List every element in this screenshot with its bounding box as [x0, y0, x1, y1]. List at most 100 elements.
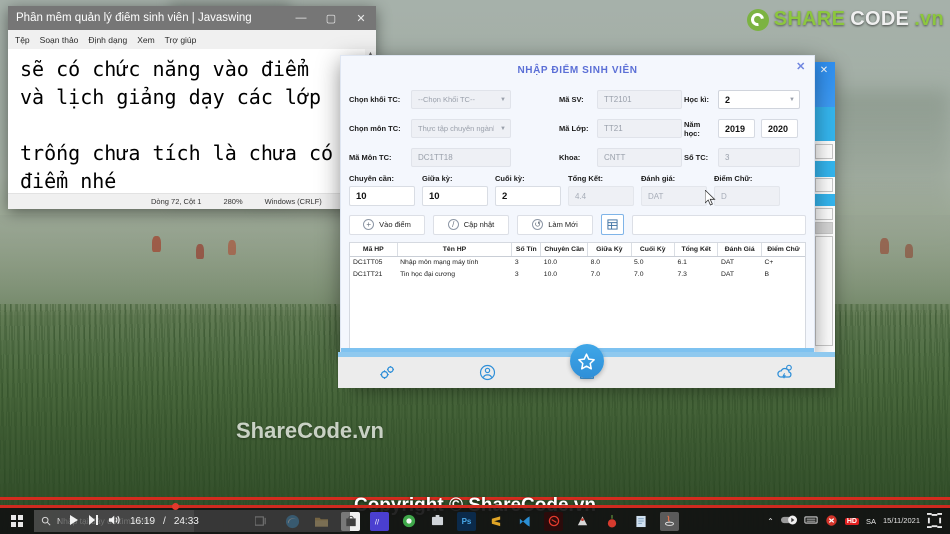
wallpaper-person-2 [196, 244, 204, 259]
show-desktop-icon[interactable] [927, 512, 942, 530]
notepad-icon[interactable] [631, 512, 650, 531]
cap-nhat-button[interactable]: / Cập nhật [433, 214, 509, 235]
tray-expand-icon[interactable]: ⌃ [767, 517, 774, 526]
grade-cuoi-ky: Cuối kỳ: 2 [495, 174, 561, 206]
input-nam-hoc-from[interactable]: 2019 [718, 119, 755, 138]
col-chuyen-can[interactable]: Chuyên Cần [540, 243, 589, 257]
background-combo-1[interactable] [815, 144, 833, 159]
volume-icon[interactable] [108, 514, 122, 529]
col-ten-hp[interactable]: Tên HP [397, 243, 513, 257]
col-tong-ket[interactable]: Tổng Kết [674, 243, 719, 257]
input-ma-mon-tc[interactable]: DC1TT18 [411, 148, 511, 167]
tray-media-icon[interactable] [780, 514, 797, 528]
grade-diem-chu-label: Điểm Chữ: [714, 174, 753, 183]
search-input[interactable] [632, 214, 806, 235]
video-progress-bar[interactable] [0, 503, 950, 510]
grade-cuoi-ky-value: 2 [502, 190, 508, 202]
notepad-menubar[interactable]: Tệp Soạn thảo Định dạng Xem Trợ giúp [8, 30, 376, 49]
notepad-titlebar[interactable]: Phần mềm quản lý điểm sinh viên | Javasw… [8, 6, 376, 30]
sharecode-logo: SHARE CODE .vn [746, 8, 944, 31]
input-ma-mon-tc-value: DC1TT18 [418, 153, 453, 162]
bottom-nav-dock[interactable] [338, 344, 835, 388]
maximize-button[interactable]: ▢ [316, 6, 346, 30]
background-window-strip-1 [813, 107, 835, 141]
virus-icon[interactable] [544, 511, 563, 531]
app-icon[interactable] [428, 512, 447, 531]
col-giua-ky[interactable]: Giữa Kỳ [587, 243, 632, 257]
grade-tong-ket-label: Tổng Kết: [568, 174, 603, 183]
background-window-strip-2 [813, 161, 835, 177]
photoshop-icon[interactable]: Ps [457, 511, 476, 531]
select-mon-tc[interactable]: Thực tập chuyên ngành ▼ [411, 119, 511, 138]
play-pause-icon[interactable] [68, 514, 80, 529]
app2-icon[interactable] [573, 512, 592, 531]
table-row[interactable]: DC1TT21 Tin học đại cương 3 10.0 7.0 7.0… [350, 268, 805, 280]
cell-danh-gia: DAT [720, 258, 735, 266]
input-nam-hoc-to[interactable]: 2020 [761, 119, 798, 138]
col-danh-gia[interactable]: Đánh Giá [717, 243, 762, 257]
select-hoc-ki[interactable]: 2 ▼ [718, 90, 800, 109]
table-grid-button[interactable] [601, 214, 624, 235]
label-so-tc: Số TC: [684, 153, 709, 162]
select-khoi-tc[interactable]: --Chọn Khối TC-- ▼ [411, 90, 511, 109]
java-icon[interactable] [660, 511, 679, 531]
input-so-tc[interactable]: 3 [718, 148, 800, 167]
app3-icon[interactable] [602, 512, 621, 531]
minimize-button[interactable]: — [286, 6, 316, 30]
field-ma-sv: Mã SV: TT2101 [559, 90, 684, 109]
background-field-2[interactable] [815, 208, 833, 220]
taskbar-tray[interactable]: ⌃ HD SA 15/11/2021 [767, 512, 950, 530]
netbeans-icon[interactable]: // [370, 511, 389, 531]
lam-moi-button[interactable]: ↺ Làm Mới [517, 214, 593, 235]
background-close-icon[interactable]: ✕ [820, 65, 828, 76]
notepad-window[interactable]: Phần mềm quản lý điểm sinh viên | Javasw… [8, 6, 376, 209]
background-field-1[interactable] [815, 178, 833, 192]
grades-table-container[interactable]: Mã HP Tên HP Số Tín Chuyên Cần Giữa Kỳ C… [349, 242, 806, 351]
cell-so-tin: 3 [514, 258, 519, 266]
menu-item-dinh-dang[interactable]: Định dạng [88, 35, 127, 45]
grade-chuyen-can-input[interactable]: 10 [349, 186, 415, 206]
notepad-editor[interactable]: sẽ có chức năng vào điểm và lịch giảng d… [8, 49, 376, 193]
cell-ten-hp: Nhập môn mạng máy tính [400, 258, 479, 266]
col-so-tin[interactable]: Số Tín [511, 243, 542, 257]
input-khoa[interactable]: CNTT [597, 148, 682, 167]
tray-network-icon[interactable] [804, 514, 818, 528]
input-ma-lop[interactable]: TT21 [597, 119, 682, 138]
menu-item-xem[interactable]: Xem [137, 35, 154, 45]
menu-item-tep[interactable]: Tệp [15, 35, 30, 45]
plus-circle-icon: + [363, 219, 375, 230]
video-progress-handle[interactable] [172, 503, 179, 510]
nhap-diem-sinh-vien-dialog[interactable]: NHẬP ĐIỂM SINH VIÊN ✕ Chọn khối TC: --Ch… [340, 55, 815, 355]
dialog-close-button[interactable]: ✕ [796, 60, 806, 74]
label-ma-lop: Mã Lớp: [559, 124, 589, 133]
vao-diem-button[interactable]: + Vào điểm [349, 214, 425, 235]
grade-giua-ky-input[interactable]: 10 [422, 186, 488, 206]
background-field-3[interactable] [815, 222, 833, 234]
form-row-1: Chọn khối TC: --Chọn Khối TC-- ▼ Mã SV: … [349, 85, 806, 114]
dock-item-user[interactable] [437, 364, 536, 381]
video-total-time: 24:33 [173, 515, 199, 527]
grade-cuoi-ky-input[interactable]: 2 [495, 186, 561, 206]
next-track-icon[interactable] [88, 514, 100, 529]
dock-item-weather[interactable] [736, 363, 835, 381]
dock-star-button[interactable] [569, 344, 604, 378]
col-cuoi-ky[interactable]: Cuối Kỳ [631, 243, 675, 257]
tray-antivirus-icon[interactable] [825, 514, 838, 529]
close-button[interactable]: ✕ [346, 6, 376, 30]
windows-start-icon [11, 515, 23, 527]
menu-item-soan-thao[interactable]: Soạn thảo [40, 35, 79, 45]
col-ma-hp[interactable]: Mã HP [350, 243, 398, 257]
grade-diem-chu-input: D [714, 186, 780, 206]
start-button[interactable] [0, 508, 34, 534]
chrome-icon[interactable] [399, 512, 418, 531]
sublime-icon[interactable] [486, 512, 505, 531]
input-ma-sv[interactable]: TT2101 [597, 90, 682, 109]
dock-item-settings[interactable] [338, 364, 437, 381]
background-window-titlebar[interactable]: ✕ [813, 62, 835, 107]
vscode-icon[interactable] [515, 512, 534, 531]
menu-item-tro-giup[interactable]: Trợ giúp [165, 35, 197, 45]
table-row[interactable]: DC1TT05 Nhập môn mạng máy tính 3 10.0 8.… [350, 256, 805, 268]
taskbar-clock-date[interactable]: 15/11/2021 [883, 516, 920, 526]
col-diem-chu[interactable]: Điểm Chữ [761, 243, 805, 257]
video-player-controls[interactable]: 16:19 / 24:33 [60, 510, 350, 532]
